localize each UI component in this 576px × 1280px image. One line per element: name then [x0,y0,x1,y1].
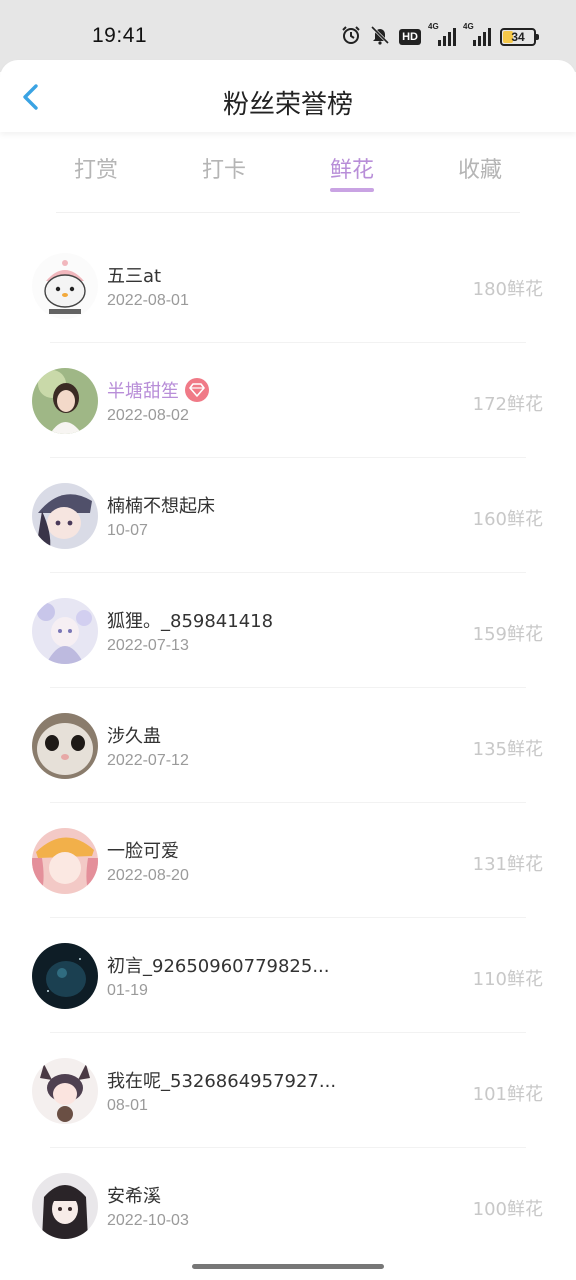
fan-date: 10-07 [107,522,148,539]
signal-icon: 4G [463,22,491,46]
signal-label: 4G [463,22,474,31]
diamond-icon [189,383,205,397]
name-line: 我在呢_5326864957927... [107,1067,336,1093]
alarm-icon [341,25,361,49]
flower-count: 101鲜花 [472,1084,543,1105]
divider [56,212,520,213]
fan-date: 2022-08-02 [107,407,189,424]
name-line: 五三at [107,262,161,288]
avatar[interactable] [32,368,98,434]
battery-level: 34 [511,30,525,44]
list-item[interactable]: 半塘甜笙 2022-08-02 172鲜花 [0,343,576,458]
flower-count: 131鲜花 [472,854,543,875]
mute-icon [370,25,390,49]
name-line: 楠楠不想起床 [107,492,215,518]
list-item[interactable]: 楠楠不想起床 10-07 160鲜花 [0,458,576,573]
list-item[interactable]: 狐狸。_859841418 2022-07-13 159鲜花 [0,573,576,688]
vip-badge [185,378,209,402]
avatar[interactable] [32,943,98,1009]
fan-name: 楠楠不想起床 [107,496,215,517]
tab-tip[interactable]: 打赏 [56,152,136,184]
flower-count: 159鲜花 [472,624,543,645]
fan-date: 08-01 [107,1097,148,1114]
list-item[interactable]: 涉久蛊 2022-07-12 135鲜花 [0,688,576,803]
avatar[interactable] [32,828,98,894]
list-item[interactable]: 初言_92650960779825... 01-19 110鲜花 [0,918,576,1033]
tab-bar: 打赏 打卡 鲜花 收藏 [0,148,576,200]
flower-count: 172鲜花 [472,394,543,415]
battery-icon: 34 [500,28,539,46]
fan-name: 我在呢_5326864957927... [107,1071,337,1092]
avatar[interactable] [32,483,98,549]
flower-count: 110鲜花 [472,969,543,990]
status-time: 19:41 [92,24,148,47]
home-indicator[interactable] [192,1264,384,1269]
flower-count: 100鲜花 [472,1199,543,1220]
name-line: 半塘甜笙 [107,377,209,403]
page-title: 粉丝荣誉榜 [222,90,353,120]
fan-name: 半塘甜笙 [107,381,179,402]
status-icons: HD 4G 4G 34 [341,22,539,50]
fan-date: 01-19 [107,982,148,999]
avatar[interactable] [32,253,98,319]
name-line: 狐狸。_859841418 [107,607,273,633]
list-item[interactable]: 安希溪 2022-10-03 100鲜花 [0,1148,576,1263]
active-tab-indicator [330,188,374,192]
name-line: 安希溪 [107,1182,161,1208]
tab-checkin[interactable]: 打卡 [184,152,264,184]
hd-icon: HD [399,29,421,45]
header: 粉丝荣誉榜 [0,60,576,132]
flower-count: 180鲜花 [472,279,543,300]
tab-flowers[interactable]: 鲜花 [312,152,392,184]
tab-favorites[interactable]: 收藏 [440,152,520,184]
list-item[interactable]: 五三at 2022-08-01 180鲜花 [0,228,576,343]
avatar[interactable] [32,1173,98,1239]
name-line: 初言_92650960779825... [107,952,330,978]
signal-label: 4G [428,22,439,31]
avatar[interactable] [32,1058,98,1124]
fan-name: 狐狸。_859841418 [107,611,274,632]
avatar[interactable] [32,598,98,664]
fan-date: 2022-07-12 [107,752,189,769]
flower-count: 135鲜花 [472,739,543,760]
signal-icon: 4G [428,22,456,46]
fan-name: 初言_92650960779825... [107,956,330,977]
avatar[interactable] [32,713,98,779]
fan-name: 安希溪 [107,1186,161,1207]
fan-date: 2022-08-20 [107,867,189,884]
fan-name: 一脸可爱 [107,841,179,862]
fan-name: 涉久蛊 [107,726,161,747]
fan-date: 2022-10-03 [107,1212,189,1229]
list-item[interactable]: 我在呢_5326864957927... 08-01 101鲜花 [0,1033,576,1148]
list-item[interactable]: 一脸可爱 2022-08-20 131鲜花 [0,803,576,918]
name-line: 一脸可爱 [107,837,179,863]
fan-date: 2022-07-13 [107,637,189,654]
flower-count: 160鲜花 [472,509,543,530]
fan-name: 五三at [107,266,162,287]
name-line: 涉久蛊 [107,722,161,748]
fan-date: 2022-08-01 [107,292,189,309]
